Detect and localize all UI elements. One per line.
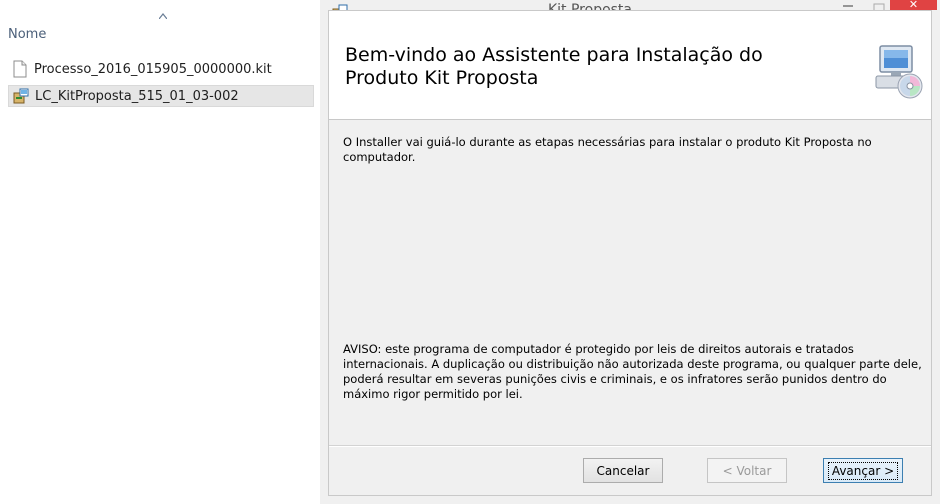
back-label: < Voltar	[722, 463, 772, 478]
wizard-content: O Installer vai guiá-lo durante as etapa…	[343, 135, 915, 165]
cancel-button[interactable]: Cancelar	[583, 458, 663, 483]
button-separator	[329, 445, 931, 447]
wizard-body: Bem-vindo ao Assistente para Instalação …	[328, 10, 932, 496]
sort-ascending-icon[interactable]	[159, 13, 167, 19]
file-row-kit[interactable]: Processo_2016_015905_0000000.kit	[8, 58, 314, 80]
installer-package-icon	[13, 88, 29, 104]
next-button[interactable]: Avançar >	[823, 458, 903, 483]
minimize-icon[interactable]	[842, 2, 854, 10]
document-icon	[13, 60, 27, 78]
column-header-name[interactable]: Nome	[8, 27, 46, 42]
close-button[interactable]: ✕	[890, 0, 937, 10]
file-explorer-pane: Nome Processo_2016_015905_0000000.kit LC…	[0, 0, 322, 504]
computer-disc-icon	[875, 45, 923, 99]
file-row-installer[interactable]: LC_KitProposta_515_01_03-002	[8, 85, 314, 107]
cancel-label: Cancelar	[596, 463, 650, 478]
back-button[interactable]: < Voltar	[707, 458, 787, 483]
welcome-heading: Bem-vindo ao Assistente para Instalação …	[345, 44, 763, 89]
explorer-top-strip	[0, 0, 322, 8]
file-name: LC_KitProposta_515_01_03-002	[35, 88, 239, 104]
next-label: Avançar >	[827, 461, 899, 480]
installer-window: Kit Proposta ✕ Bem-vindo ao Assistente p…	[320, 0, 940, 504]
file-name: Processo_2016_015905_0000000.kit	[34, 61, 272, 77]
intro-text: O Installer vai guiá-lo durante as etapa…	[343, 135, 872, 164]
wizard-banner: Bem-vindo ao Assistente para Instalação …	[329, 11, 931, 120]
copyright-warning-text: AVISO: este programa de computador é pro…	[343, 342, 922, 401]
